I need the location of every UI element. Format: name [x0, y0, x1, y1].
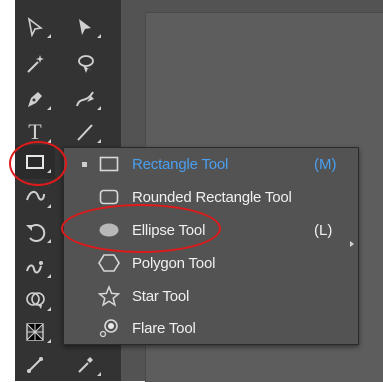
rectangle-icon: [98, 153, 120, 175]
flyout-item-shortcut: (L): [314, 221, 333, 239]
lasso-tool-icon[interactable]: [65, 47, 105, 81]
selected-bullet-icon: [82, 161, 87, 167]
flyout-item-label: Flare Tool: [132, 319, 196, 337]
polygon-icon: [98, 252, 120, 274]
shaper-tool-icon[interactable]: [15, 180, 55, 214]
flyout-item-rounded-rectangle-tool[interactable]: Rounded Rectangle Tool: [64, 181, 358, 213]
flyout-item-label: Rounded Rectangle Tool: [132, 188, 292, 206]
star-icon: [98, 285, 120, 307]
flyout-item-rectangle-tool[interactable]: Rectangle Tool (M): [64, 148, 358, 180]
flyout-item-ellipse-tool[interactable]: Ellipse Tool (L): [64, 214, 358, 246]
direct-selection-tool-icon[interactable]: [15, 10, 55, 44]
flyout-item-label: Rectangle Tool: [132, 155, 229, 173]
type-tool-icon[interactable]: T: [15, 115, 55, 149]
flyout-item-star-tool[interactable]: Star Tool: [64, 280, 358, 312]
warp-tool-icon[interactable]: [15, 250, 55, 284]
flyout-item-label: Ellipse Tool: [132, 221, 206, 239]
perspective-grid-tool-icon[interactable]: [15, 315, 55, 349]
rounded-rectangle-icon: [98, 186, 120, 208]
shape-tools-flyout: Rectangle Tool (M) Rounded Rectangle Too…: [63, 147, 359, 345]
selection-tool-icon[interactable]: [65, 10, 105, 44]
flyout-item-label: Star Tool: [132, 287, 190, 305]
rectangle-tool-button[interactable]: [15, 145, 55, 179]
shape-builder-tool-icon[interactable]: [15, 283, 55, 317]
type-tool-glyph: T: [28, 119, 42, 144]
curvature-tool-icon[interactable]: [65, 82, 105, 116]
magic-wand-tool-icon[interactable]: [15, 47, 55, 81]
line-segment-tool-icon[interactable]: [65, 115, 105, 149]
pen-tool-icon[interactable]: [15, 82, 55, 116]
eyedropper-tool-icon[interactable]: [65, 348, 105, 382]
flyout-item-flare-tool[interactable]: Flare Tool: [64, 312, 358, 344]
flare-icon: [98, 317, 120, 339]
ellipse-icon: [98, 219, 120, 241]
tearoff-arrow-icon[interactable]: [350, 241, 354, 247]
flyout-item-shortcut: (M): [314, 155, 337, 173]
flyout-item-label: Polygon Tool: [132, 254, 216, 272]
flyout-item-polygon-tool[interactable]: Polygon Tool: [64, 247, 358, 279]
rotate-tool-icon[interactable]: [15, 215, 55, 249]
rectangle-icon: [26, 155, 44, 169]
gradient-tool-icon[interactable]: [15, 348, 55, 382]
